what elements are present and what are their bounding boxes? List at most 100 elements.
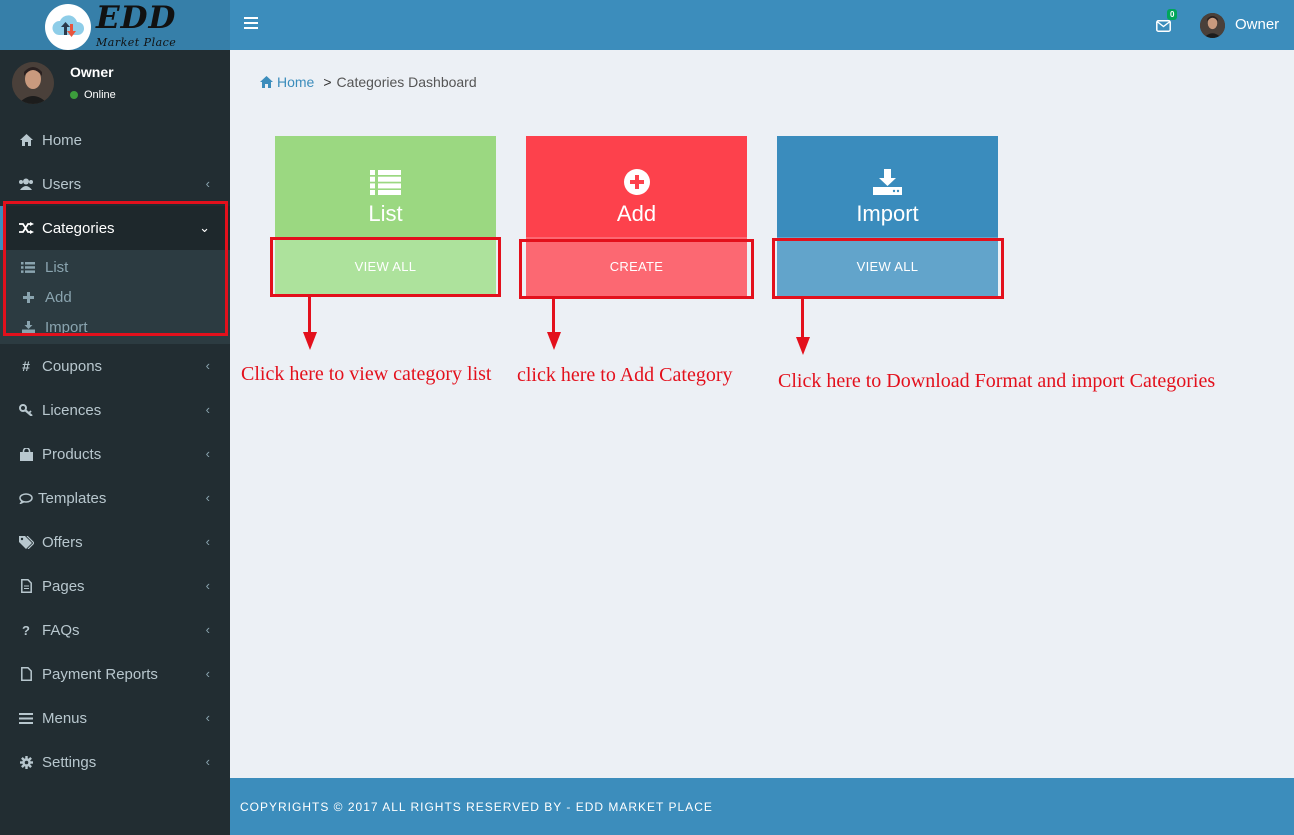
sidebar-item-payment-reports[interactable]: Payment Reports ‹: [0, 652, 230, 696]
create-category-button[interactable]: CREATE: [526, 237, 747, 296]
sidebar-toggle-icon[interactable]: [244, 17, 258, 31]
sidebar-item-users[interactable]: Users ‹: [0, 162, 230, 206]
shopping-bag-icon: [18, 446, 34, 462]
sidebar-item-label: Menus: [42, 709, 88, 727]
sidebar-item-label: Pages: [42, 577, 85, 595]
footer: COPYRIGHTS © 2017 ALL RIGHTS RESERVED BY…: [230, 778, 1294, 835]
card-title: Add: [616, 201, 657, 226]
chevron-down-icon: ⌄: [199, 220, 210, 235]
breadcrumb-home-link[interactable]: Home: [260, 74, 314, 90]
down-arrow-icon: [303, 296, 317, 350]
user-name: Owner: [70, 64, 114, 80]
import-card-header: Import: [777, 136, 998, 237]
shuffle-icon: [18, 220, 34, 236]
footer-copyright: COPYRIGHTS © 2017 ALL RIGHTS RESERVED BY…: [240, 799, 713, 814]
file-icon: [18, 666, 34, 682]
header-user-name[interactable]: Owner: [1235, 16, 1279, 33]
avatar[interactable]: [1200, 13, 1225, 38]
sidebar-item-home[interactable]: Home: [0, 118, 230, 162]
sidebar-item-label: Payment Reports: [42, 665, 158, 683]
sidebar-item-licences[interactable]: Licences ‹: [0, 388, 230, 432]
breadcrumb-home-label: Home: [277, 74, 315, 90]
card-title: Import: [856, 201, 919, 226]
user-status-text: Online: [84, 89, 116, 101]
view-all-list-button[interactable]: VIEW ALL: [275, 237, 496, 296]
sidebar-item-label: FAQs: [42, 621, 80, 639]
submenu-item-add[interactable]: Add: [0, 282, 230, 312]
sidebar-item-label: Templates: [38, 489, 107, 507]
sidebar-item-templates[interactable]: Templates ‹: [0, 476, 230, 520]
plus-icon: [20, 289, 36, 305]
list-annotation-text: Click here to view category list: [241, 363, 492, 385]
sidebar-item-faqs[interactable]: ? FAQs ‹: [0, 608, 230, 652]
sidebar-item-label: Licences: [42, 401, 102, 419]
sidebar-menu: Home Users ‹ Categories ⌄: [0, 118, 230, 250]
question-icon: ?: [22, 622, 30, 638]
sidebar-item-label: Coupons: [42, 357, 103, 375]
categories-submenu: List Add Import: [0, 250, 230, 344]
sidebar-menu-rest: # Coupons ‹ Licences ‹ Products ‹ Templa…: [0, 344, 230, 784]
chevron-left-icon: ‹: [205, 402, 210, 417]
add-card: Add CREATE: [526, 136, 747, 296]
chevron-left-icon: ‹: [205, 666, 210, 681]
key-icon: [18, 402, 34, 418]
tags-icon: [18, 534, 34, 550]
submenu-item-list[interactable]: List: [0, 252, 230, 282]
home-icon: [260, 76, 273, 88]
sidebar-item-offers[interactable]: Offers ‹: [0, 520, 230, 564]
submenu-item-import[interactable]: Import: [0, 312, 230, 342]
chevron-left-icon: ‹: [205, 710, 210, 725]
chevron-left-icon: ‹: [205, 358, 210, 373]
sidebar-item-label: Users: [42, 175, 82, 193]
down-arrow-icon: [796, 299, 810, 355]
breadcrumb-current: Categories Dashboard: [336, 74, 477, 90]
download-icon: [20, 319, 36, 335]
breadcrumb: Home > Categories Dashboard: [260, 74, 477, 90]
user-status: Online: [70, 89, 116, 101]
file-icon: [18, 578, 34, 594]
card-title: List: [368, 201, 403, 226]
list-card-header: List: [275, 136, 496, 237]
import-annotation-text: Click here to Download Format and import…: [778, 370, 1216, 392]
breadcrumb-separator: >: [323, 74, 332, 90]
add-annotation-text: click here to Add Category: [517, 364, 733, 386]
submenu-item-label: List: [45, 258, 69, 276]
submenu-item-label: Import: [45, 318, 88, 336]
sidebar-item-pages[interactable]: Pages ‹: [0, 564, 230, 608]
hashtag-icon: #: [22, 358, 30, 374]
sidebar-item-products[interactable]: Products ‹: [0, 432, 230, 476]
download-icon: [872, 168, 904, 196]
sidebar-item-settings[interactable]: Settings ‹: [0, 740, 230, 784]
sidebar-item-label: Products: [42, 445, 102, 463]
top-navbar: 0 Owner: [230, 0, 1294, 50]
list-icon: [370, 168, 402, 196]
logo-bar[interactable]: EDD Market Place: [0, 0, 230, 50]
sidebar-item-menus[interactable]: Menus ‹: [0, 696, 230, 740]
users-icon: [18, 176, 34, 192]
online-dot-icon: [70, 91, 78, 99]
view-all-import-button[interactable]: VIEW ALL: [777, 237, 998, 296]
chevron-left-icon: ‹: [205, 534, 210, 549]
bars-icon: [18, 710, 34, 726]
gear-icon: [18, 754, 34, 770]
sidebar-item-label: Categories: [42, 219, 115, 237]
chevron-left-icon: ‹: [205, 578, 210, 593]
chevron-left-icon: ‹: [205, 176, 210, 191]
chevron-left-icon: ‹: [205, 754, 210, 769]
list-card: List VIEW ALL: [275, 136, 496, 296]
avatar: [12, 62, 54, 104]
home-icon: [18, 132, 34, 148]
user-panel: Owner Online: [0, 50, 230, 118]
add-card-header: Add: [526, 136, 747, 237]
sidebar-item-label: Settings: [42, 753, 97, 771]
sidebar-item-categories[interactable]: Categories ⌄: [0, 206, 230, 250]
mail-count-badge: 0: [1167, 9, 1178, 20]
brand-name: EDD: [96, 0, 177, 36]
sidebar-item-coupons[interactable]: # Coupons ‹: [0, 344, 230, 388]
comment-icon: [18, 490, 34, 506]
import-card: Import VIEW ALL: [777, 136, 998, 296]
down-arrow-icon: [547, 298, 561, 350]
list-icon: [20, 259, 36, 275]
sidebar: EDD Market Place Owner Online Home Users…: [0, 0, 230, 835]
cloud-upload-download-logo-icon: [45, 4, 91, 50]
